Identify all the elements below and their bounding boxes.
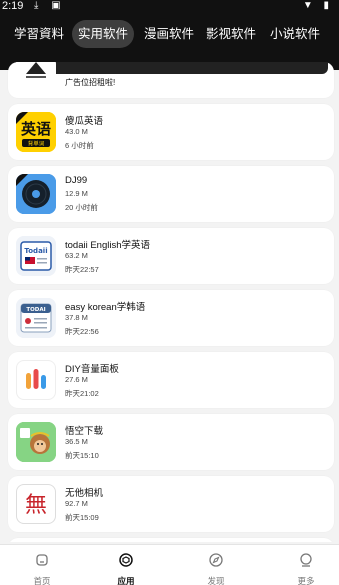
app-size: 36.5 M [65, 437, 88, 446]
compass-icon [209, 553, 223, 567]
app-size: 63.2 M [65, 251, 88, 260]
app-list: 广告位招租啦! 英语 背单词 傻瓜英语 43.0 M 6 小时前 DJ99 12… [0, 62, 339, 542]
app-name: easy korean学韩语 [65, 302, 146, 313]
nav-discover[interactable]: 发现 [174, 545, 258, 585]
vinyl-record-icon [16, 174, 56, 214]
tab-novel-software[interactable]: 小说软件 [264, 20, 326, 48]
todaii-english-icon: Todaii [16, 236, 56, 276]
app-name: DIY音量面板 [65, 364, 119, 375]
todai-korean-icon: TODAI [16, 298, 56, 338]
top-bar: 2:19 ⤓ ▣ ▼ ▮ 学習資料 实用软件 漫画软件 影视软件 小说软件 [0, 0, 339, 70]
list-item[interactable]: 英语 背单词 傻瓜英语 43.0 M 6 小时前 [8, 104, 334, 160]
nav-more[interactable]: 更多 [264, 545, 339, 585]
app-updated-time: 前天15:09 [65, 513, 99, 522]
list-item[interactable]: 無 无他相机 92.7 M 前天15:09 [8, 476, 334, 532]
home-icon [36, 554, 48, 566]
app-size: 12.9 M [65, 189, 88, 198]
app-name: 傻瓜英语 [65, 116, 104, 127]
app-size: 27.6 M [65, 375, 88, 384]
ad-banner-strip [24, 62, 328, 74]
notification-icons: ⤓ ▣ [34, 0, 66, 11]
nav-discover-label: 发现 [207, 576, 225, 585]
tab-video-software[interactable]: 影视软件 [200, 20, 262, 48]
app-size: 37.8 M [65, 313, 88, 322]
status-time: 2:19 [2, 0, 24, 12]
list-item[interactable]: 悟空下载 36.5 M 前天15:10 [8, 414, 334, 470]
app-updated-time: 20 小时前 [65, 203, 98, 212]
nav-home-label: 首页 [33, 576, 51, 585]
svg-text:背单词: 背单词 [28, 140, 45, 148]
ad-text: 广告位招租啦! [65, 78, 116, 87]
list-item[interactable]: TODAI easy korean学韩语 37.8 M 昨天22:56 [8, 290, 334, 346]
app-updated-time: 昨天22:56 [65, 327, 99, 336]
nav-home[interactable]: 首页 [0, 545, 84, 585]
app-size: 92.7 M [65, 499, 88, 508]
tab-utility-software[interactable]: 实用软件 [72, 20, 134, 48]
nav-more-label: 更多 [297, 576, 315, 585]
svg-text:英语: 英语 [21, 120, 51, 138]
volume-bars-icon [16, 360, 56, 400]
ad-logo-icon [16, 62, 56, 82]
cube-icon [119, 553, 133, 567]
signal-battery-icons: ▼ ▮ [302, 0, 333, 11]
app-name: todaii English学英语 [65, 240, 151, 251]
app-name: DJ99 [65, 175, 88, 186]
app-updated-time: 6 小时前 [65, 141, 94, 150]
user-icon [300, 553, 312, 567]
tab-study-materials[interactable]: 学習資料 [8, 20, 70, 48]
tab-comic-software[interactable]: 漫画软件 [138, 20, 200, 48]
list-item[interactable]: DJ99 12.9 M 20 小时前 [8, 166, 334, 222]
app-size: 43.0 M [65, 127, 88, 136]
svg-text:Todaii: Todaii [24, 247, 47, 255]
app-name: 悟空下载 [65, 426, 104, 437]
nav-apps[interactable]: 应用 [84, 545, 168, 585]
app-updated-time: 昨天22:57 [65, 265, 99, 274]
english-book-icon: 英语 背单词 [16, 112, 56, 152]
nav-apps-label: 应用 [117, 576, 135, 585]
bottom-navigation: 首页 应用 发现 更多 [0, 544, 339, 585]
svg-text:TODAI: TODAI [26, 307, 45, 313]
ad-card[interactable]: 广告位招租啦! [8, 62, 334, 98]
status-bar: 2:19 ⤓ ▣ ▼ ▮ [0, 0, 339, 14]
wuta-camera-icon: 無 [16, 484, 56, 524]
monkey-icon [16, 422, 56, 462]
app-updated-time: 昨天21:02 [65, 389, 99, 398]
app-updated-time: 前天15:10 [65, 451, 99, 460]
svg-text:無: 無 [25, 493, 47, 518]
app-name: 无他相机 [65, 488, 104, 499]
list-item[interactable]: Todaii todaii English学英语 63.2 M 昨天22:57 [8, 228, 334, 284]
list-item[interactable] [8, 538, 334, 542]
category-tabs: 学習資料 实用软件 漫画软件 影视软件 小说软件 [0, 20, 339, 48]
list-item[interactable]: DIY音量面板 27.6 M 昨天21:02 [8, 352, 334, 408]
